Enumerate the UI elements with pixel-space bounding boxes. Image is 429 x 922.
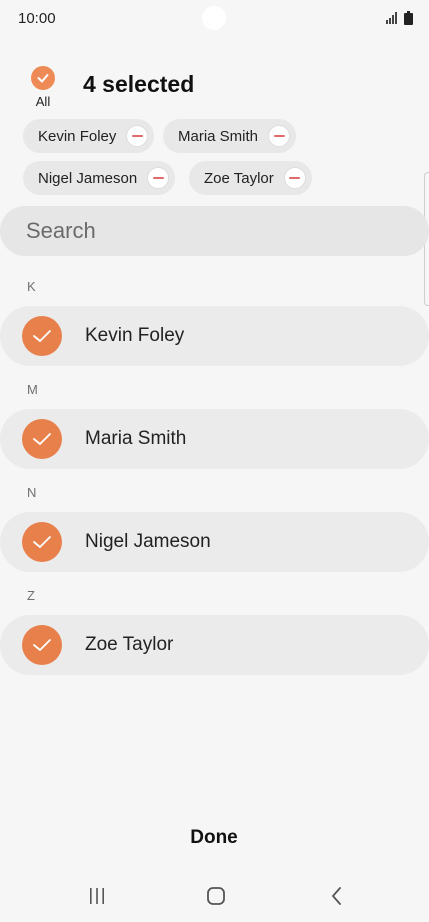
contact-name: Maria Smith xyxy=(85,428,187,449)
contact-row[interactable]: Nigel Jameson xyxy=(0,512,429,572)
remove-icon[interactable] xyxy=(147,167,170,189)
search-input[interactable] xyxy=(26,206,406,256)
back-icon[interactable] xyxy=(317,882,357,910)
chip-label: Kevin Foley xyxy=(38,127,117,145)
remove-icon[interactable] xyxy=(126,125,149,147)
contact-name: Zoe Taylor xyxy=(85,634,174,655)
section-header: K xyxy=(27,279,36,294)
navigation-bar xyxy=(0,870,429,922)
status-time: 10:00 xyxy=(18,10,56,27)
home-icon[interactable] xyxy=(196,882,236,910)
page-title: 4 selected xyxy=(83,71,195,97)
select-all-label: All xyxy=(35,94,51,109)
camera-cutout xyxy=(202,6,226,30)
recent-apps-icon[interactable] xyxy=(77,882,117,910)
contact-row[interactable]: Kevin Foley xyxy=(0,306,429,366)
signal-icon xyxy=(386,12,397,24)
done-button[interactable]: Done xyxy=(164,818,264,858)
screen: 10:00 All 4 selected Kevin Foley Maria S… xyxy=(0,0,429,922)
selected-chip: Kevin Foley xyxy=(23,119,155,153)
contact-name: Nigel Jameson xyxy=(85,531,211,552)
chip-label: Maria Smith xyxy=(178,127,259,145)
check-icon[interactable] xyxy=(22,316,62,356)
search-box xyxy=(0,206,429,256)
battery-icon xyxy=(404,11,413,25)
status-bar: 10:00 xyxy=(0,0,429,36)
contact-row[interactable]: Zoe Taylor xyxy=(0,615,429,675)
selected-chip: Nigel Jameson xyxy=(23,161,176,195)
section-header: N xyxy=(27,485,37,500)
remove-icon[interactable] xyxy=(283,167,306,189)
check-icon[interactable] xyxy=(22,522,62,562)
check-icon[interactable] xyxy=(22,419,62,459)
check-icon xyxy=(31,66,55,90)
selected-chip: Zoe Taylor xyxy=(189,161,312,195)
contact-name: Kevin Foley xyxy=(85,325,185,346)
select-all-checkbox[interactable]: All xyxy=(28,66,58,109)
check-icon[interactable] xyxy=(22,625,62,665)
chip-label: Nigel Jameson xyxy=(38,169,138,187)
section-header: M xyxy=(27,382,38,397)
contact-row[interactable]: Maria Smith xyxy=(0,409,429,469)
selected-chip: Maria Smith xyxy=(163,119,297,153)
section-header: Z xyxy=(27,588,35,603)
chip-label: Zoe Taylor xyxy=(204,169,274,187)
remove-icon[interactable] xyxy=(268,125,291,147)
